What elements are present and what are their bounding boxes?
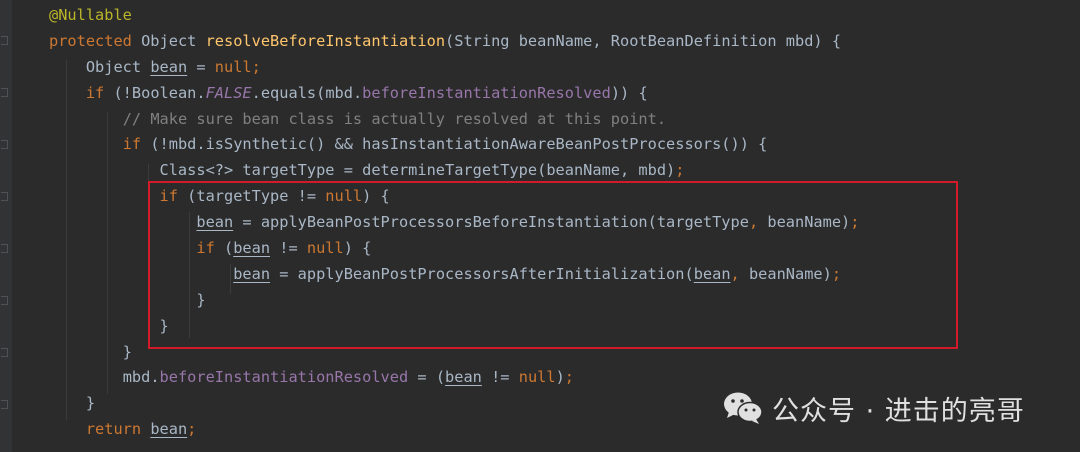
code-token: ,: [748, 213, 759, 232]
code-token: ;: [850, 213, 860, 232]
code-token: null: [518, 368, 556, 387]
code-token: beanName): [758, 213, 851, 232]
code-token: Class<?> targetType = determineTargetTyp…: [159, 161, 676, 180]
code-token: return: [85, 420, 142, 439]
code-area[interactable]: @Nullable protected Object resolveBeforeI…: [49, 3, 859, 443]
code-token: (!Boolean.: [104, 83, 206, 102]
code-token: ;: [187, 420, 197, 439]
code-token: // Make sure bean class is actually reso…: [122, 109, 667, 128]
code-token: ) {: [343, 239, 372, 258]
code-token: resolveBeforeInstantiation: [205, 31, 446, 50]
editor-gutter: [0, 0, 12, 452]
fold-marker-icon[interactable]: [1, 36, 8, 45]
code-token: }: [159, 316, 169, 335]
watermark-text: 公众号 · 进击的亮哥: [772, 395, 1025, 427]
code-token: (String beanName, RootBeanDefinition mbd…: [445, 31, 842, 50]
code-token: bean: [150, 57, 188, 76]
fold-marker-icon[interactable]: [1, 140, 8, 149]
watermark: 公众号 · 进击的亮哥: [722, 384, 1025, 432]
code-token: if: [159, 187, 178, 206]
code-token: !=: [481, 368, 519, 387]
fold-marker-icon[interactable]: [1, 296, 8, 305]
code-line[interactable]: bean = applyBeanPostProcessorsBeforeInst…: [49, 210, 859, 236]
code-token: (: [214, 239, 234, 258]
fold-marker-icon[interactable]: [1, 348, 8, 357]
fold-marker-icon[interactable]: [1, 88, 8, 97]
code-line[interactable]: Object bean = null;: [49, 55, 859, 81]
code-line[interactable]: if (!mbd.isSynthetic() && hasInstantiati…: [49, 132, 859, 158]
fold-marker-icon[interactable]: [1, 400, 8, 409]
code-token: (targetType !=: [177, 187, 326, 206]
code-token: ;: [564, 368, 575, 387]
code-token: FALSE: [205, 83, 252, 102]
code-token: ;: [251, 57, 261, 76]
code-token: = applyBeanPostProcessorsBeforeInstantia…: [233, 213, 749, 232]
code-line[interactable]: if (!Boolean.FALSE.equals(mbd.beforeInst…: [49, 81, 859, 107]
code-line[interactable]: @Nullable: [49, 3, 859, 29]
code-token: = (: [408, 368, 446, 387]
code-token: Object: [131, 31, 206, 50]
code-token: !=: [270, 239, 307, 258]
fold-marker-icon[interactable]: [1, 192, 8, 201]
code-line[interactable]: }: [49, 288, 859, 314]
code-token: }: [122, 342, 132, 361]
code-token: null: [325, 187, 363, 206]
code-token: protected: [49, 31, 132, 50]
code-token: mbd.: [122, 368, 160, 387]
code-token: bean: [150, 420, 188, 439]
code-token: @Nullable: [49, 6, 132, 24]
code-token: }: [85, 394, 96, 413]
code-token: ;: [675, 161, 685, 180]
fold-marker-icon[interactable]: [1, 244, 8, 253]
code-line[interactable]: if (bean != null) {: [49, 236, 859, 262]
code-line[interactable]: // Make sure bean class is actually reso…: [49, 107, 859, 133]
code-token: bean: [693, 264, 731, 283]
code-token: null: [306, 239, 344, 258]
code-line[interactable]: }: [49, 340, 859, 366]
code-token: null: [214, 57, 252, 76]
code-token: bean: [196, 213, 234, 232]
code-token: if: [196, 239, 215, 258]
code-token: beanName): [739, 264, 832, 283]
code-token: bean: [233, 264, 271, 283]
code-token: }: [196, 290, 206, 309]
code-token: beforeInstantiationResolved: [362, 83, 611, 102]
code-token: beforeInstantiationResolved: [159, 368, 409, 387]
code-token: )) {: [610, 83, 648, 102]
code-token: bean: [445, 368, 482, 387]
code-token: ;: [831, 264, 842, 283]
code-token: =: [187, 57, 215, 76]
code-editor[interactable]: @Nullable protected Object resolveBeforeI…: [0, 0, 1080, 452]
code-token: if: [85, 83, 105, 102]
code-line[interactable]: Class<?> targetType = determineTargetTyp…: [49, 158, 859, 184]
code-token: Object: [85, 57, 151, 76]
code-token: .equals(mbd.: [251, 83, 363, 102]
code-token: if: [122, 135, 142, 154]
code-token: bean: [233, 239, 271, 258]
code-line[interactable]: bean = applyBeanPostProcessorsAfterIniti…: [49, 262, 859, 288]
code-token: ,: [730, 264, 740, 283]
code-token: = applyBeanPostProcessorsAfterInitializa…: [270, 264, 694, 283]
code-line[interactable]: protected Object resolveBeforeInstantiat…: [49, 29, 859, 55]
wechat-icon: [724, 392, 763, 424]
code-token: ): [555, 368, 565, 387]
code-token: (!mbd.isSynthetic() && hasInstantiationA…: [141, 135, 768, 154]
code-token: ) {: [362, 187, 390, 206]
code-line[interactable]: if (targetType != null) {: [49, 184, 859, 210]
code-line[interactable]: }: [49, 314, 859, 340]
